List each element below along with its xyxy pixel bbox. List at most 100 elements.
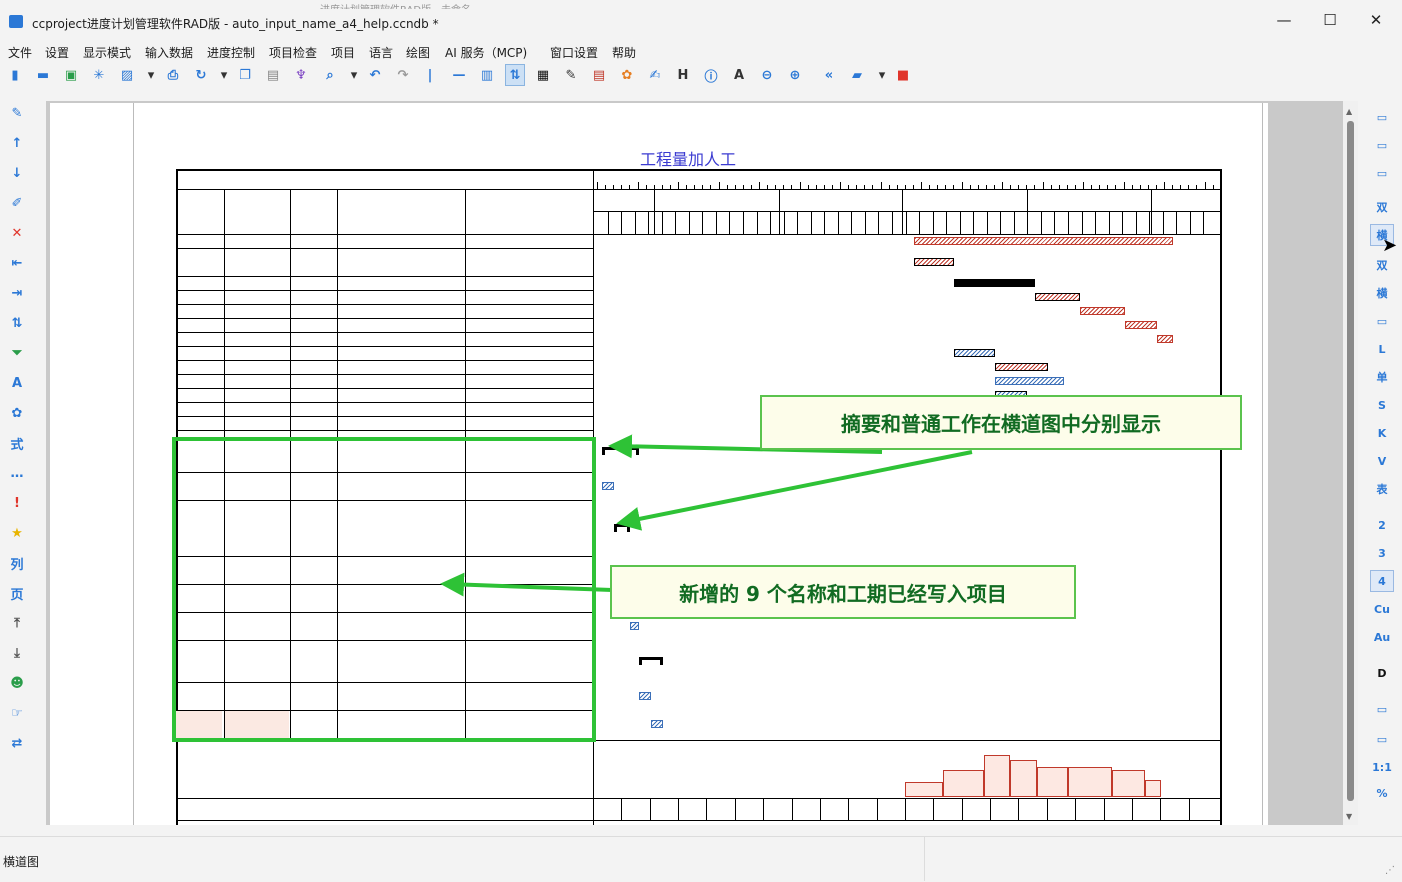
right-tool-15[interactable]: 3 (1370, 542, 1394, 564)
grid-icon[interactable]: ▦ (533, 64, 553, 86)
open-folder-icon[interactable]: ▬ (33, 64, 53, 86)
outdent-icon[interactable]: ⇤ (6, 252, 28, 274)
scroll-up-arrow[interactable]: ▲ (1346, 107, 1352, 116)
print-icon[interactable]: ⎙ (163, 64, 183, 86)
right-tool-0[interactable]: ▭ (1370, 106, 1394, 128)
right-tool-11[interactable]: K (1370, 422, 1394, 444)
right-tool-10[interactable]: S (1370, 394, 1394, 416)
right-tool-20[interactable]: ▭ (1370, 698, 1394, 720)
delete-x-icon[interactable]: ✕ (6, 222, 28, 244)
edit-icon[interactable]: ✍ (645, 64, 665, 86)
scroll-down-arrow[interactable]: ▼ (1346, 812, 1352, 821)
format-brush-icon[interactable]: ♆ (291, 64, 311, 86)
paint-icon[interactable]: ✎ (561, 64, 581, 86)
right-tool-1[interactable]: ▭ (1370, 134, 1394, 156)
menu-window-settings[interactable]: 窗口设置 (550, 44, 598, 61)
arrow-up-icon[interactable]: ↑ (6, 132, 28, 154)
page-icon[interactable]: 页 (6, 582, 28, 604)
heading-icon[interactable]: H (673, 64, 693, 86)
line-icon[interactable]: — (449, 64, 469, 86)
top-icon[interactable]: ⤒ (6, 612, 28, 634)
snowflake-icon[interactable]: ✳ (89, 64, 109, 86)
report-icon[interactable]: ▤ (589, 64, 609, 86)
menu-project-check[interactable]: 项目检查 (269, 44, 317, 61)
menu-help[interactable]: 帮助 (612, 44, 636, 61)
menu-drawing[interactable]: 绘图 (406, 44, 430, 61)
text-a-icon[interactable]: A (6, 372, 28, 394)
right-tool-18[interactable]: Au (1370, 626, 1394, 648)
new-icon[interactable]: ▮ (5, 64, 25, 86)
hand-icon[interactable]: ☞ (6, 702, 28, 724)
dots-icon[interactable]: … (6, 462, 28, 484)
save-icon[interactable]: ▣ (61, 64, 81, 86)
red-box-icon[interactable]: ■ (893, 64, 913, 86)
dropdown-icon[interactable]: ▾ (872, 64, 892, 86)
sort-icon[interactable]: ⇅ (505, 64, 525, 86)
menu-display-mode[interactable]: 显示模式 (83, 44, 131, 61)
folder-icon[interactable]: ▰ (847, 64, 867, 86)
swap-icon[interactable]: ⇅ (6, 312, 28, 334)
right-tool-23[interactable]: % (1370, 782, 1394, 804)
menu-settings[interactable]: 设置 (45, 44, 69, 61)
menu-file[interactable]: 文件 (8, 44, 32, 61)
right-tool-22[interactable]: 1:1 (1370, 756, 1394, 778)
right-tool-12[interactable]: V (1370, 450, 1394, 472)
scroll-thumb[interactable] (1347, 121, 1354, 801)
info-icon[interactable]: ⓘ (701, 64, 721, 86)
menu-project[interactable]: 项目 (331, 44, 355, 61)
pencil-icon[interactable]: ✎ (6, 102, 28, 124)
right-tool-2[interactable]: ▭ (1370, 162, 1394, 184)
dropdown-icon[interactable]: ▾ (141, 64, 161, 86)
right-tool-9[interactable]: 单 (1370, 366, 1394, 388)
close-button[interactable]: ✕ (1362, 8, 1390, 32)
right-tool-16[interactable]: 4 (1370, 570, 1394, 592)
search-icon[interactable]: ⌕ (320, 64, 340, 86)
image-icon[interactable]: ▨ (117, 64, 137, 86)
exchange-icon[interactable]: ⇄ (6, 732, 28, 754)
separator[interactable]: | (420, 64, 440, 86)
right-tool-19[interactable]: D (1370, 662, 1394, 684)
palette-icon[interactable]: ✿ (6, 402, 28, 424)
bottom-icon[interactable]: ⤓ (6, 642, 28, 664)
dropdown-icon[interactable]: ▾ (344, 64, 364, 86)
right-tool-5[interactable]: 双 (1370, 254, 1394, 276)
menu-progress-control[interactable]: 进度控制 (207, 44, 255, 61)
menu-language[interactable]: 语言 (369, 44, 393, 61)
edit-link-icon[interactable]: ✐ (6, 192, 28, 214)
column-icon[interactable]: 列 (6, 552, 28, 574)
task-name (225, 235, 289, 248)
formula-icon[interactable]: 式 (6, 432, 28, 454)
refresh-icon[interactable]: ↻ (191, 64, 211, 86)
right-tool-21[interactable]: ▭ (1370, 728, 1394, 750)
menu-ai-service[interactable]: AI 服务（MCP) (445, 44, 527, 61)
redo-icon[interactable]: ↷ (393, 64, 413, 86)
right-tool-14[interactable]: 2 (1370, 514, 1394, 536)
font-icon[interactable]: A (729, 64, 749, 86)
back-icon[interactable]: « (819, 64, 839, 86)
right-tool-3[interactable]: 双 (1370, 196, 1394, 218)
zoom-out-icon[interactable]: ⊖ (757, 64, 777, 86)
right-tool-8[interactable]: L (1370, 338, 1394, 360)
zoom-in-icon[interactable]: ⊕ (785, 64, 805, 86)
warning-icon[interactable]: ! (6, 492, 28, 514)
dropdown-icon[interactable]: ▾ (214, 64, 234, 86)
document-workspace[interactable]: 工程量加人工 (46, 101, 1343, 825)
vertical-scrollbar[interactable]: ▲ ▼ (1343, 101, 1358, 825)
funnel-icon[interactable]: ⏷ (6, 342, 28, 364)
right-tool-17[interactable]: Cu (1370, 598, 1394, 620)
people-icon[interactable]: ☻ (6, 672, 28, 694)
maximize-button[interactable]: ☐ (1316, 8, 1344, 32)
copy-icon[interactable]: ❐ (235, 64, 255, 86)
indent-icon[interactable]: ⇥ (6, 282, 28, 304)
right-tool-7[interactable]: ▭ (1370, 310, 1394, 332)
bars-icon[interactable]: ▥ (477, 64, 497, 86)
star-icon[interactable]: ★ (6, 522, 28, 544)
right-tool-6[interactable]: 横 (1370, 282, 1394, 304)
undo-icon[interactable]: ↶ (365, 64, 385, 86)
arrow-down-icon[interactable]: ↓ (6, 162, 28, 184)
minimize-button[interactable]: — (1270, 8, 1298, 32)
menu-input-data[interactable]: 输入数据 (145, 44, 193, 61)
paste-icon[interactable]: ▤ (263, 64, 283, 86)
palette-icon[interactable]: ✿ (617, 64, 637, 86)
right-tool-13[interactable]: 表 (1370, 478, 1394, 500)
